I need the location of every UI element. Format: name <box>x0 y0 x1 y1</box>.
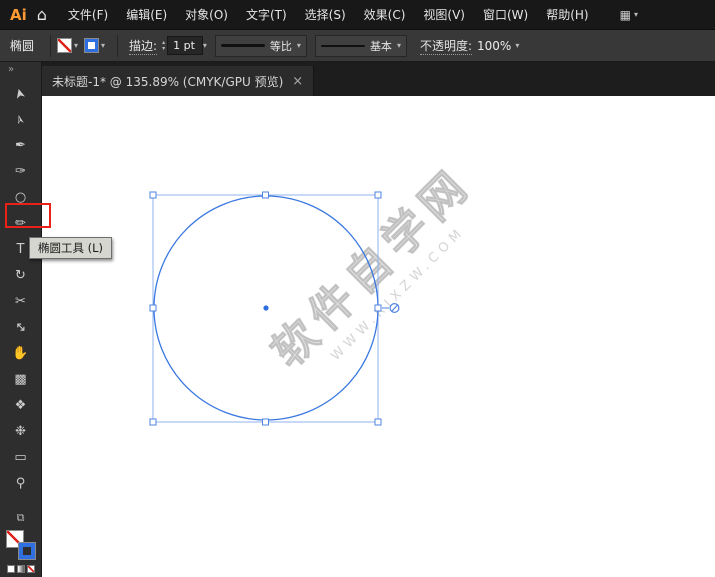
none-button[interactable] <box>26 565 35 573</box>
color-mode-buttons <box>6 565 35 573</box>
menu-bar: Ai ⌂ 文件(F) 编辑(E) 对象(O) 文字(T) 选择(S) 效果(C)… <box>0 0 715 30</box>
control-bar: 椭圆 ▾ ▾ 描边: ▴ ▾ 1 pt ▾ 等比 ▾ 基本 ▾ 不透明度: 10… <box>0 30 715 62</box>
stroke-weight-stepper[interactable]: ▴ ▾ 1 pt ▾ <box>162 36 207 55</box>
menu-edit[interactable]: 编辑(E) <box>117 0 176 30</box>
chevron-down-icon: ▾ <box>515 41 520 50</box>
menu-help[interactable]: 帮助(H) <box>537 0 597 30</box>
direct-selection-tool[interactable]: ➢ <box>0 106 41 132</box>
pen-tool[interactable]: ✒ <box>0 132 41 158</box>
scale-tool-icon: ↔ <box>11 317 30 337</box>
active-tool-label: 椭圆 <box>10 39 35 53</box>
width-profile-value: 等比 <box>269 39 292 53</box>
tools-panel: » ➤ ➢ ✒ ✑ ○ ✏ T ↻ ✂ ↔ ✋ ▩ ❖ ❉ ▭ ⚲ ⧉ <box>0 62 42 577</box>
curvature-tool[interactable]: ✑ <box>0 158 41 184</box>
opacity-value: 100% <box>477 38 512 53</box>
fill-stroke-indicator[interactable] <box>5 530 36 560</box>
toolbar-expand-button[interactable]: » <box>0 62 41 80</box>
selection-handle[interactable] <box>374 191 382 199</box>
stroke-weight-value[interactable]: 1 pt <box>167 36 203 55</box>
rotate-tool-icon: ↻ <box>15 267 26 283</box>
menu-window[interactable]: 窗口(W) <box>474 0 537 30</box>
workspace-grid-icon: ▦ <box>619 7 631 22</box>
brush-definition-dropdown[interactable]: 基本 ▾ <box>314 34 407 57</box>
chevron-down-icon: ▾ <box>633 10 638 19</box>
workspace-switcher[interactable]: ▦ ▾ <box>620 8 638 22</box>
chevron-down-icon: ▾ <box>396 41 401 50</box>
scissors-tool-icon: ✂ <box>15 293 26 309</box>
zoom-tool-icon: ⚲ <box>15 475 26 491</box>
width-profile-dropdown[interactable]: 等比 ▾ <box>214 34 307 57</box>
highlight-box <box>5 203 51 228</box>
artboard-tool-icon: ▭ <box>14 449 27 465</box>
selection-handle[interactable] <box>374 304 382 312</box>
selection-handle[interactable] <box>149 191 157 199</box>
opacity-label[interactable]: 不透明度: <box>419 37 472 55</box>
selection-handle[interactable] <box>262 191 269 199</box>
chevron-down-icon: ▾ <box>296 41 301 50</box>
stepper-down-icon[interactable]: ▾ <box>162 45 165 52</box>
direct-selection-tool-icon: ➢ <box>11 111 30 127</box>
selection-tool-icon: ➤ <box>11 85 30 101</box>
pen-tool-icon: ✒ <box>15 137 26 153</box>
gradient-tool[interactable]: ▩ <box>0 366 41 392</box>
menu-effect[interactable]: 效果(C) <box>355 0 415 30</box>
symbol-sprayer-tool[interactable]: ❉ <box>0 418 41 444</box>
menu-select[interactable]: 选择(S) <box>296 0 355 30</box>
stepper-arrows[interactable]: ▴ ▾ <box>162 39 165 52</box>
brush-preview <box>320 44 365 47</box>
stroke-indicator[interactable] <box>17 542 36 560</box>
chevron-down-icon: ▾ <box>101 41 106 50</box>
swap-fill-stroke-icon[interactable]: ⧉ <box>17 511 25 525</box>
selection-handle[interactable] <box>262 418 269 426</box>
center-point[interactable] <box>263 305 269 311</box>
selection-handle[interactable] <box>374 418 382 426</box>
artboard-canvas[interactable]: 软件自学网 WWW.RJXZW.COM <box>42 96 715 577</box>
chevron-down-icon: ▾ <box>202 41 207 50</box>
menu-view[interactable]: 视图(V) <box>414 0 474 30</box>
hand-tool[interactable]: ✋ <box>0 340 41 366</box>
fill-color-control[interactable]: ▾ <box>57 38 78 53</box>
stroke-color-control[interactable]: ▾ <box>84 38 105 53</box>
brush-definition-value: 基本 <box>369 39 392 53</box>
scale-tool[interactable]: ↔ <box>0 314 41 340</box>
separator <box>50 34 52 57</box>
gradient-tool-icon: ▩ <box>14 371 27 387</box>
fill-none-swatch[interactable] <box>57 38 73 53</box>
home-icon[interactable]: ⌂ <box>37 5 47 24</box>
symbol-sprayer-tool-icon: ❉ <box>15 423 26 439</box>
selection-tool[interactable]: ➤ <box>0 80 41 106</box>
selection-handle[interactable] <box>149 418 157 426</box>
artboard-tool[interactable]: ▭ <box>0 444 41 470</box>
tooltip-text: 椭圆工具 (L) <box>38 241 104 255</box>
width-profile-preview <box>220 44 265 47</box>
document-tab-strip: 未标题-1* @ 135.89% (CMYK/GPU 预览) × <box>42 62 715 96</box>
chevron-down-icon: ▾ <box>74 41 79 50</box>
stroke-weight-label[interactable]: 描边: <box>129 37 158 55</box>
opacity-dropdown[interactable]: 100% ▾ <box>477 39 519 53</box>
blend-tool[interactable]: ❖ <box>0 392 41 418</box>
menu-type[interactable]: 文字(T) <box>237 0 296 30</box>
color-button[interactable] <box>6 565 15 573</box>
blend-tool-icon: ❖ <box>14 397 27 413</box>
menu-object[interactable]: 对象(O) <box>176 0 237 30</box>
selection-handle[interactable] <box>149 304 157 312</box>
curvature-tool-icon: ✑ <box>15 163 26 179</box>
close-icon[interactable]: × <box>292 74 303 89</box>
gradient-button[interactable] <box>16 565 25 573</box>
toolbar-bottom-cluster: ⧉ <box>5 511 36 577</box>
hand-tool-icon: ✋ <box>12 345 29 361</box>
type-tool-icon: T <box>16 241 25 257</box>
app-logo[interactable]: Ai <box>10 6 27 24</box>
selection-overlay <box>149 191 400 426</box>
document-tab[interactable]: 未标题-1* @ 135.89% (CMYK/GPU 预览) × <box>42 66 315 96</box>
scissors-tool[interactable]: ✂ <box>0 288 41 314</box>
stroke-color-swatch[interactable] <box>84 38 100 53</box>
zoom-tool[interactable]: ⚲ <box>0 470 41 496</box>
rotate-tool[interactable]: ↻ <box>0 262 41 288</box>
separator <box>117 34 119 57</box>
tooltip: 椭圆工具 (L) <box>29 237 113 259</box>
menu-file[interactable]: 文件(F) <box>59 0 117 30</box>
document-tab-title: 未标题-1* @ 135.89% (CMYK/GPU 预览) <box>52 74 284 89</box>
